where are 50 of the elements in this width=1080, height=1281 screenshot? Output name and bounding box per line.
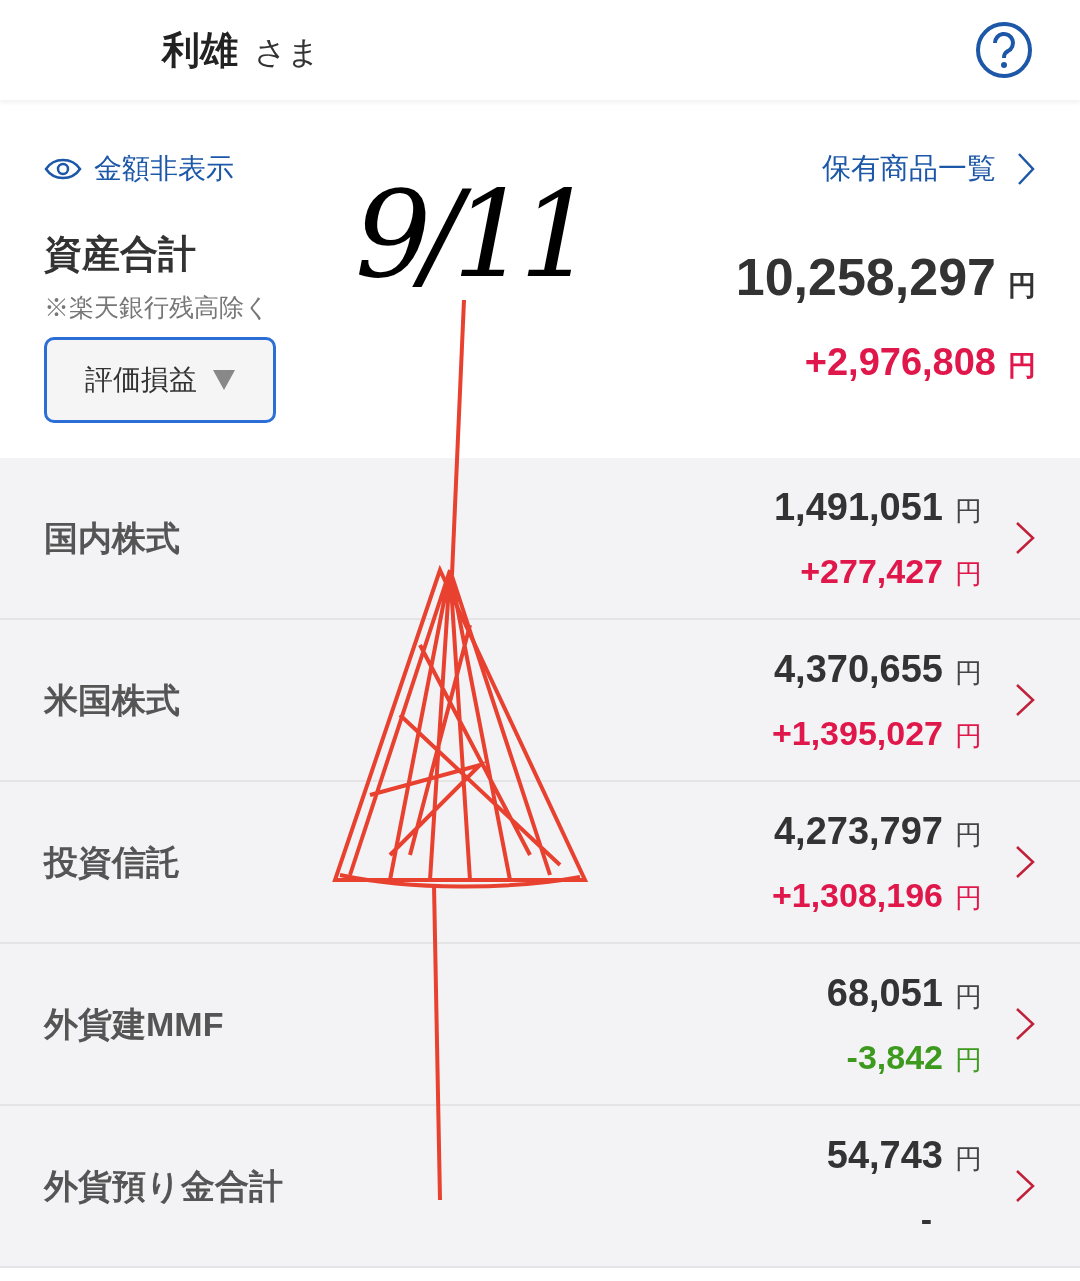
handwritten-note: 9/11 — [355, 175, 587, 295]
note-text: ※楽天銀行残高除く — [44, 292, 271, 323]
yen-unit: 円 — [1008, 269, 1036, 303]
yen-unit: 円 — [955, 720, 982, 753]
eye-icon — [44, 157, 82, 181]
chevron-right-icon — [1016, 152, 1036, 186]
chevron-right-icon — [1014, 1006, 1036, 1042]
asset-amount: 4,370,655 — [773, 647, 943, 692]
total-amount: 10,258,297 — [735, 247, 996, 308]
yen-unit: 円 — [955, 1143, 982, 1176]
asset-label: 米国株式 — [44, 679, 180, 721]
yen-unit: 円 — [955, 819, 982, 852]
asset-gain: +1,308,196 — [771, 875, 943, 916]
metric-dropdown[interactable]: 評価損益 — [44, 336, 276, 423]
asset-gain: +1,395,027 — [771, 713, 943, 754]
holdings-list-link[interactable]: 保有商品一覧 — [822, 142, 1036, 196]
total-gain: +2,976,808 — [804, 340, 996, 385]
asset-gain: - — [920, 1199, 932, 1240]
yen-unit: 円 — [955, 657, 982, 690]
asset-amount: 1,491,051 — [773, 485, 943, 530]
asset-gain: +277,427 — [800, 551, 943, 592]
asset-row[interactable]: 外貨建MMF 68,051 円 -3,842 円 — [0, 944, 1080, 1106]
hide-amounts-toggle[interactable]: 金額非表示 — [44, 142, 276, 196]
user-name: 利雄 — [162, 27, 238, 73]
yen-unit: 円 — [955, 495, 982, 528]
chevron-right-icon — [1014, 520, 1036, 556]
asset-row[interactable]: 外貨預り金合計 54,743 円 - — [0, 1106, 1080, 1268]
yen-unit: 円 — [1008, 349, 1036, 383]
honorific: さま — [254, 32, 320, 72]
yen-unit: 円 — [955, 558, 982, 591]
asset-row[interactable]: 国内株式 1,491,051 円 +277,427 円 — [0, 458, 1080, 620]
dropdown-caret-icon — [213, 369, 235, 390]
asset-amount: 4,273,797 — [773, 809, 943, 854]
chevron-right-icon — [1014, 1168, 1036, 1204]
yen-unit: 円 — [955, 882, 982, 915]
help-icon[interactable] — [975, 21, 1033, 79]
asset-label: 投資信託 — [44, 841, 180, 883]
asset-label: 外貨建MMF — [44, 1003, 224, 1045]
yen-unit: 円 — [955, 981, 982, 1014]
asset-amount: 54,743 — [826, 1133, 943, 1178]
asset-row[interactable]: 米国株式 4,370,655 円 +1,395,027 円 — [0, 620, 1080, 782]
total-assets-title: 資産合計 — [44, 232, 197, 277]
asset-row[interactable]: 投資信託 4,273,797 円 +1,308,196 円 — [0, 782, 1080, 944]
chevron-right-icon — [1014, 844, 1036, 880]
asset-label: 国内株式 — [44, 517, 180, 559]
chevron-right-icon — [1014, 682, 1036, 718]
asset-gain: -3,842 — [846, 1037, 943, 1078]
asset-amount: 68,051 — [826, 971, 943, 1016]
yen-unit: 円 — [955, 1044, 982, 1077]
asset-label: 外貨預り金合計 — [44, 1165, 283, 1207]
